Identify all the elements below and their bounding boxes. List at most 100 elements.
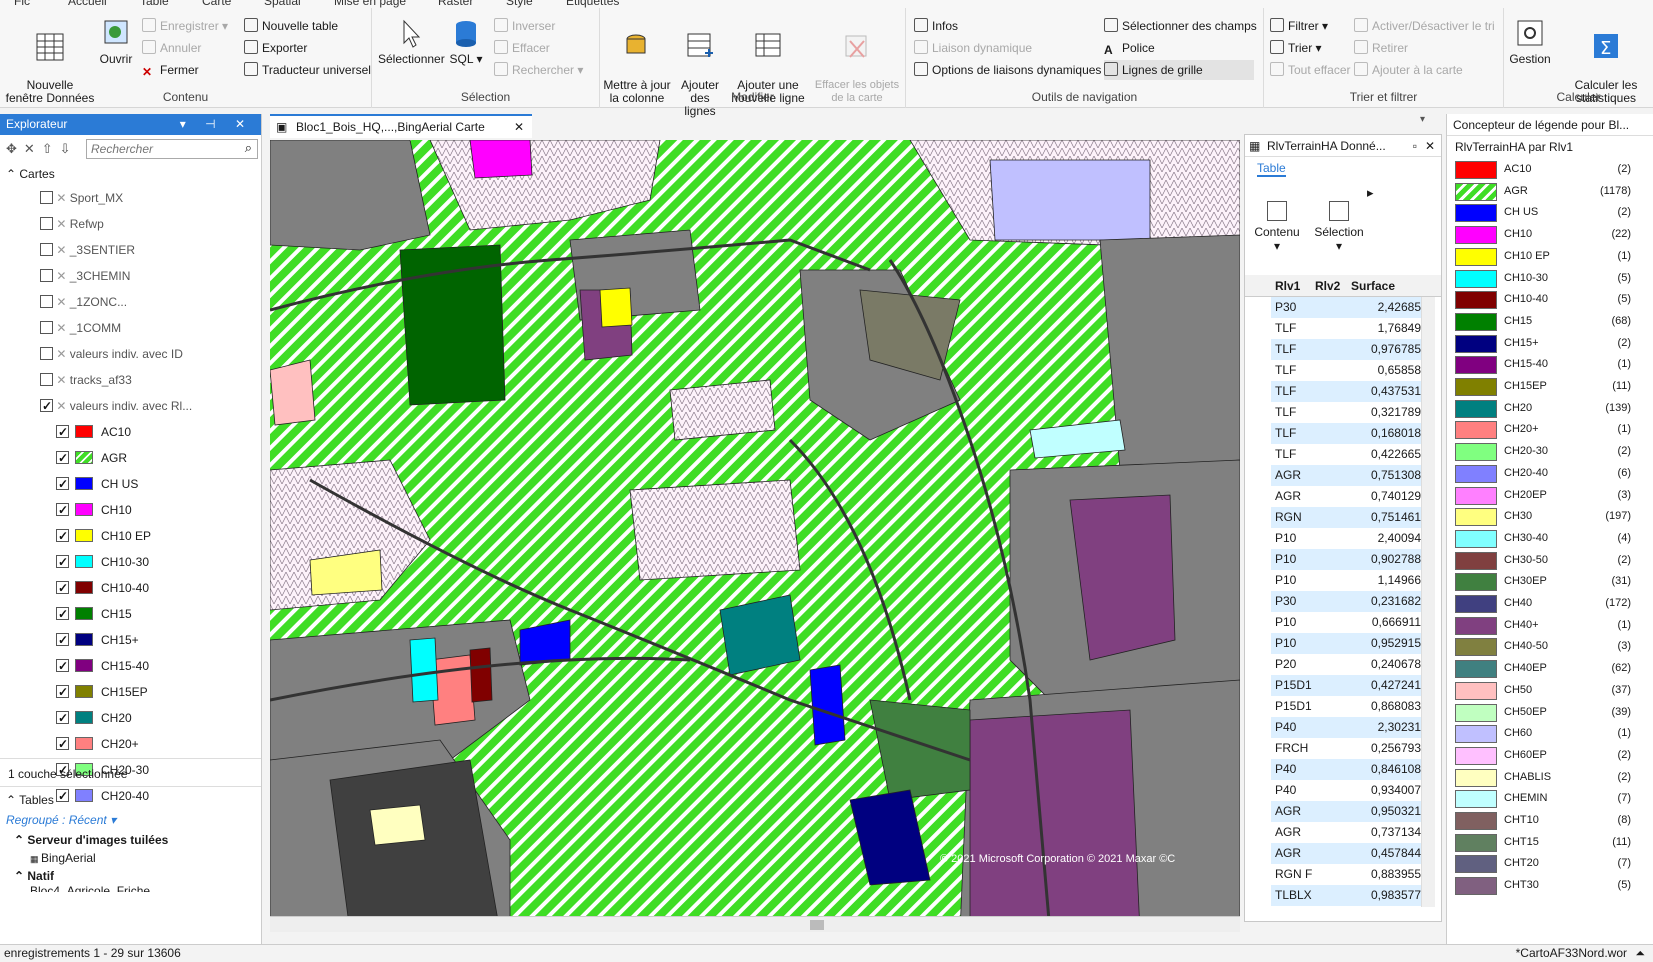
trier-button[interactable]: Trier ▾ [1270, 38, 1322, 58]
table-row[interactable]: P15D1 0,868083 [1271, 696, 1427, 717]
cell-surface[interactable]: 0,902788 [1371, 549, 1421, 570]
subitem-checkbox[interactable] [56, 524, 69, 548]
legend-subitem[interactable]: AC10 [56, 420, 131, 444]
explorer-tool-icons[interactable]: ✥✕⇧⇩ [6, 141, 78, 157]
legend-item[interactable]: CH60 (1) [1455, 722, 1645, 744]
legend-item[interactable]: CH60EP (2) [1455, 744, 1645, 766]
legend-item[interactable]: CH40EP (62) [1455, 657, 1645, 679]
legend-subitem[interactable]: CH20-40 [56, 784, 149, 808]
menu-raster[interactable]: Raster [438, 0, 473, 8]
subitem-checkbox[interactable] [56, 576, 69, 600]
map-tab[interactable]: ▣ Bloc1_Bois_HQ,...,BingAerial Carte ✕ [270, 114, 532, 138]
cell-rlv1[interactable]: TLBLX [1275, 885, 1312, 906]
cell-surface[interactable]: 0,231682 [1371, 591, 1421, 612]
table-row[interactable]: FRCH 0,256793 [1271, 738, 1427, 759]
table-row[interactable]: TLF 0,65858 [1271, 360, 1427, 381]
explorer-search-input[interactable] [86, 139, 258, 159]
table-row[interactable]: P10 0,666911 [1271, 612, 1427, 633]
legend-item[interactable]: CH30-40 (4) [1455, 527, 1645, 549]
cell-rlv1[interactable]: TLF [1275, 444, 1296, 465]
legend-item[interactable]: CHT10 (8) [1455, 809, 1645, 831]
cell-rlv1[interactable]: TLF [1275, 402, 1296, 423]
menu-style[interactable]: Style [506, 0, 533, 8]
cell-rlv1[interactable]: FRCH [1275, 738, 1308, 759]
cell-rlv1[interactable]: AGR [1275, 801, 1301, 822]
legend-item[interactable]: CH50EP (39) [1455, 701, 1645, 723]
cell-surface[interactable]: 0,740129 [1371, 486, 1421, 507]
table-row[interactable]: P10 0,952915 [1271, 633, 1427, 654]
cell-surface[interactable]: 0,427241 [1371, 675, 1421, 696]
police-button[interactable]: A Police [1104, 38, 1155, 58]
menu-carte[interactable]: Carte [202, 0, 231, 8]
legend-item[interactable]: CH20-30 (2) [1455, 440, 1645, 462]
explorer-window-controls[interactable]: ▾ ⊣ ✕ [180, 114, 253, 135]
layer-item[interactable]: ✕ valeurs indiv. avec Rl... [40, 394, 192, 418]
cell-rlv1[interactable]: TLF [1275, 423, 1296, 444]
legend-item[interactable]: CH30-50 (2) [1455, 549, 1645, 571]
legend-subitem[interactable]: CH15EP [56, 680, 148, 704]
table-row[interactable]: P10 1,14966 [1271, 570, 1427, 591]
cell-surface[interactable]: 0,256793 [1371, 738, 1421, 759]
subitem-checkbox[interactable] [56, 472, 69, 496]
cell-surface[interactable]: 0,666911 [1372, 612, 1421, 633]
cell-surface[interactable]: 1,14966 [1378, 570, 1421, 591]
table-row[interactable]: AGR 0,737134 [1271, 822, 1427, 843]
cell-surface[interactable]: 0,983577 [1371, 885, 1421, 906]
cell-surface[interactable]: 0,883955 [1371, 864, 1421, 885]
legend-subitem[interactable]: CH20 [56, 706, 132, 730]
subitem-checkbox[interactable] [56, 706, 69, 730]
legend-item[interactable]: AC10 (2) [1455, 158, 1645, 180]
header-rlv1[interactable]: Rlv1 [1275, 279, 1300, 293]
legend-item[interactable]: CHT30 (5) [1455, 874, 1645, 896]
contenu-button[interactable]: Contenu ▾ [1251, 201, 1303, 253]
legend-item[interactable]: CH15EP (11) [1455, 375, 1645, 397]
legend-item[interactable]: CH10 (22) [1455, 223, 1645, 245]
legend-item[interactable]: CHEMIN (7) [1455, 787, 1645, 809]
layer-visibility-checkbox[interactable] [40, 373, 53, 386]
menu-spatial[interactable]: Spatial [264, 0, 301, 8]
cell-rlv1[interactable]: RGN F [1275, 864, 1312, 885]
table-row[interactable]: P30 0,231682 [1271, 591, 1427, 612]
cell-surface[interactable]: 0,751308 [1371, 465, 1421, 486]
layer-item[interactable]: ✕ _1ZONC... [40, 290, 127, 314]
legend-item[interactable]: CH15-40 (1) [1455, 353, 1645, 375]
cell-rlv1[interactable]: AGR [1275, 822, 1301, 843]
legend-item[interactable]: CH40-50 (3) [1455, 635, 1645, 657]
table-row[interactable]: RGN F 0,883955 [1271, 864, 1427, 885]
legend-item[interactable]: CH20 (139) [1455, 397, 1645, 419]
layer-visibility-checkbox[interactable] [40, 269, 53, 282]
legend-item[interactable]: CH20EP (3) [1455, 484, 1645, 506]
legend-item[interactable]: CH50 (37) [1455, 679, 1645, 701]
menu-etiquettes[interactable]: Étiquettes [566, 0, 619, 8]
subitem-checkbox[interactable] [56, 550, 69, 574]
cell-rlv1[interactable]: AGR [1275, 465, 1301, 486]
subitem-checkbox[interactable] [56, 628, 69, 652]
layer-item[interactable]: ✕ _3CHEMIN [40, 264, 130, 288]
subitem-checkbox[interactable] [56, 784, 69, 808]
layer-visibility-checkbox[interactable] [40, 321, 53, 334]
table-row[interactable]: P40 0,846108 [1271, 759, 1427, 780]
table-row[interactable]: P10 0,902788 [1271, 549, 1427, 570]
cell-surface[interactable]: 0,934007 [1371, 780, 1421, 801]
ribbon-scroll-right-icon[interactable]: ▸ [1367, 185, 1374, 201]
cartes-section-header[interactable]: ⌃ Cartes [6, 162, 55, 186]
cell-surface[interactable]: 0,952915 [1371, 633, 1421, 654]
nouvelle-table-button[interactable]: Nouvelle table [244, 16, 338, 36]
fermer-button[interactable]: ✕ Fermer [142, 60, 199, 80]
scrollbar-thumb[interactable] [810, 920, 824, 930]
retirer-button[interactable]: Retirer [1354, 38, 1408, 58]
legend-item[interactable]: CH10 EP (1) [1455, 245, 1645, 267]
cell-rlv1[interactable]: P40 [1275, 759, 1296, 780]
close-map-tab-icon[interactable]: ✕ [514, 116, 524, 138]
legend-subitem[interactable]: CH10 [56, 498, 132, 522]
table-row[interactable]: TLF 0,976785 [1271, 339, 1427, 360]
cell-rlv1[interactable]: P10 [1275, 528, 1296, 549]
menu-table[interactable]: Table [140, 0, 169, 8]
enregistrer-button[interactable]: Enregistrer ▾ [142, 16, 228, 36]
cell-surface[interactable]: 0,65858 [1378, 360, 1421, 381]
cell-rlv1[interactable]: TLF [1275, 318, 1296, 339]
header-surface[interactable]: Surface [1351, 279, 1395, 293]
table-row[interactable]: AGR 0,950321 [1271, 801, 1427, 822]
subitem-checkbox[interactable] [56, 732, 69, 756]
layer-visibility-checkbox[interactable] [40, 217, 53, 230]
